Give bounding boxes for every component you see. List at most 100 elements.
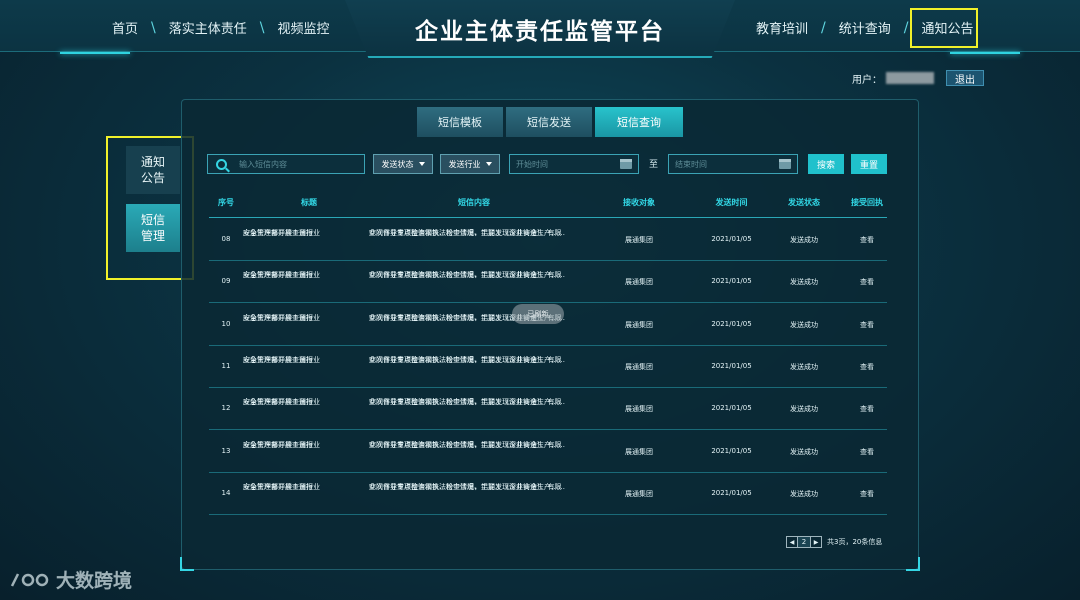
tab-bar: 短信模板 短信发送 短信查询 — [417, 107, 686, 137]
nav-responsibility[interactable]: 落实主体责任 — [169, 18, 247, 37]
cell-index: 13 — [221, 446, 231, 455]
calendar-icon — [779, 159, 791, 169]
cell-send-time: 2021/01/05 — [711, 361, 752, 370]
col-header-receiver: 接收对象 — [623, 198, 655, 207]
cell-receiver: 展通集团 — [625, 489, 653, 498]
tab-sms-send[interactable]: 短信发送 — [506, 107, 592, 137]
cell-receiver: 展通集团 — [625, 278, 653, 287]
cell-send-status: 发送成功 — [790, 236, 818, 244]
cell-title-line2: 安全生产督导检查通报 — [243, 355, 313, 364]
cell-content-line2: 空间作业专项整治和执法检查情况，主要发现企业安全生产…… — [369, 398, 565, 407]
nav-left: 首页 \ 落实主体责任 \ 视频监控 — [112, 18, 329, 38]
pagination: ◀ 2 ▶ 共3页，20条信息 — [786, 536, 882, 548]
prev-page-button[interactable]: ◀ — [787, 537, 797, 547]
cell-send-time: 2021/01/05 — [711, 235, 752, 243]
nav-training[interactable]: 教育培训 — [756, 18, 808, 37]
cell-send-time: 2021/01/05 — [711, 488, 752, 497]
cell-receiver: 展通集团 — [625, 320, 653, 329]
calendar-icon — [620, 159, 632, 169]
table-header: 序号 标题 短信内容 接收对象 发送时间 发送状态 接受回执 — [209, 197, 887, 211]
toast-chip: 已刷新 — [512, 304, 564, 324]
view-receipt-link[interactable]: 查看 — [839, 404, 895, 414]
send-status-label: 发送状态 — [381, 159, 414, 169]
reset-button[interactable]: 重置 — [851, 154, 887, 174]
cell-send-status: 发送成功 — [790, 362, 818, 371]
view-receipt-link[interactable]: 查看 — [839, 320, 895, 330]
view-receipt-link[interactable]: 查看 — [839, 489, 895, 499]
watermark-logo-icon — [10, 572, 49, 587]
cell-content-line2: 空间作业专项整治和执法检查情况，主要发现企业安全生产…… — [369, 355, 565, 364]
row-divider — [209, 513, 887, 515]
cell-send-status: 发送成功 — [790, 405, 818, 414]
cell-receiver: 展通集团 — [625, 362, 653, 371]
nav-home[interactable]: 首页 — [112, 18, 138, 37]
cell-title-line2: 安全生产督导检查通报 — [243, 313, 313, 322]
send-status-dropdown[interactable]: 发送状态 — [373, 154, 433, 174]
search-input[interactable]: 输入短信内容 — [207, 154, 365, 174]
col-header-receipt: 接受回执 — [851, 198, 883, 207]
end-date-placeholder: 结束时间 — [675, 159, 707, 169]
date-range-to: 至 — [649, 160, 659, 170]
search-button[interactable]: 搜索 — [808, 154, 844, 174]
chevron-down-icon — [418, 162, 425, 166]
current-page[interactable]: 2 — [797, 537, 811, 547]
search-placeholder: 输入短信内容 — [239, 159, 287, 169]
cell-title-line2: 安全生产督导检查通报 — [243, 440, 313, 449]
end-date-input[interactable]: 结束时间 — [668, 154, 798, 174]
user-name — [886, 72, 934, 84]
cell-index: 09 — [221, 277, 231, 286]
search-icon — [216, 158, 227, 170]
nav-separator: \ — [151, 19, 156, 36]
start-date-input[interactable]: 开始时间 — [509, 154, 639, 174]
chevron-down-icon — [485, 162, 492, 166]
nav-statistics[interactable]: 统计查询 — [839, 18, 891, 37]
highlight-nav-notice — [910, 8, 978, 48]
nav-separator: \ — [259, 19, 265, 36]
cell-title-line2: 安全生产督导检查通报 — [243, 482, 313, 491]
col-header-index: 序号 — [218, 198, 234, 207]
table-header-divider — [209, 217, 887, 218]
side-item-notice[interactable]: 通知 公告 — [126, 146, 180, 194]
table-row: 09 应急管理部开展工贸行业 安全生产督导检查通报 此次督导重点检查钢铁、粉尘涉… — [209, 261, 887, 304]
tab-sms-query[interactable]: 短信查询 — [595, 107, 683, 137]
table-row: 12 应急管理部开展工贸行业 安全生产督导检查通报 此次督导重点检查钢铁、粉尘涉… — [209, 388, 887, 431]
cell-title-line2: 安全生产督导检查通报 — [243, 398, 313, 407]
col-header-time: 发送时间 — [715, 198, 748, 207]
cell-send-time: 2021/01/05 — [711, 277, 752, 286]
nav-video[interactable]: 视频监控 — [277, 18, 329, 37]
logout-button[interactable]: 退出 — [946, 70, 984, 86]
col-header-title: 标题 — [301, 198, 317, 207]
table-row: 08 应急管理部开展工贸行业 安全生产督导检查通报 此次督导重点检查钢铁、粉尘涉… — [209, 219, 887, 261]
side-item-sms[interactable]: 短信 管理 — [126, 204, 180, 252]
page-title: 企业主体责任监管平台 — [415, 19, 665, 45]
cell-receiver: 展通集团 — [625, 447, 653, 456]
view-receipt-link[interactable]: 查看 — [839, 277, 895, 287]
header-glow-left — [60, 52, 130, 54]
send-industry-dropdown[interactable]: 发送行业 — [440, 154, 500, 174]
nav-separator: / — [903, 19, 909, 36]
corner-decoration — [906, 557, 920, 571]
cell-receiver: 展通集团 — [625, 236, 653, 244]
watermark-text: 大数跨境 — [56, 570, 133, 592]
tab-sms-template[interactable]: 短信模板 — [417, 107, 503, 137]
corner-decoration — [180, 557, 194, 571]
table-row: 14 应急管理部开展工贸行业 安全生产督导检查通报 此次督导重点检查钢铁、粉尘涉… — [209, 473, 887, 515]
next-page-button[interactable]: ▶ — [811, 537, 821, 547]
view-receipt-link[interactable]: 查看 — [839, 362, 895, 372]
nav-separator: / — [821, 19, 826, 36]
table-row: 13 应急管理部开展工贸行业 安全生产督导检查通报 此次督导重点检查钢铁、粉尘涉… — [209, 431, 887, 473]
cell-send-status: 发送成功 — [790, 278, 818, 287]
start-date-placeholder: 开始时间 — [516, 159, 548, 169]
cell-title-line2: 安全生产督导检查通报 — [243, 271, 313, 280]
watermark: 大数跨境 — [10, 566, 132, 593]
pager-box: ◀ 2 ▶ — [786, 536, 822, 548]
cell-send-status: 发送成功 — [790, 489, 818, 498]
cell-send-time: 2021/01/05 — [711, 404, 752, 413]
cell-index: 14 — [221, 488, 231, 497]
cell-receiver: 展通集团 — [625, 405, 653, 414]
cell-send-time: 2021/01/05 — [711, 319, 752, 328]
view-receipt-link[interactable]: 查看 — [839, 447, 895, 457]
cell-content-line2: 空间作业专项整治和执法检查情况，主要发现企业安全生产…… — [369, 229, 565, 237]
col-header-content: 短信内容 — [458, 198, 490, 207]
view-receipt-link[interactable]: 查看 — [839, 235, 895, 245]
